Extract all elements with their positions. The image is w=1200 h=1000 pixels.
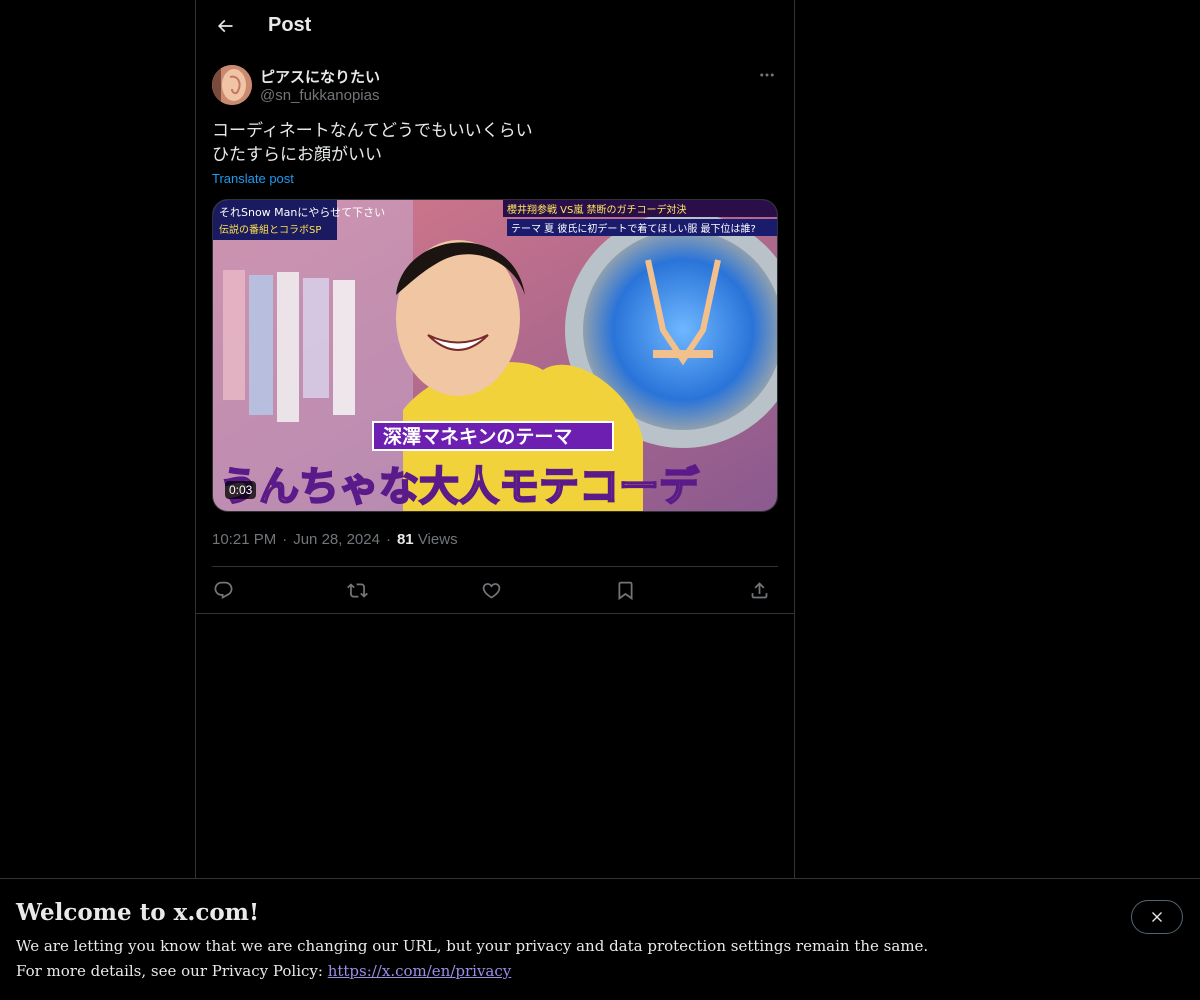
close-icon [1152,912,1162,922]
video-timecode: 0:03 [225,481,257,499]
primary-column: Post ピアスになりたい @sn_fukkanopias コーディネートなんて… [195,0,795,878]
display-name[interactable]: ピアスになりたい [260,66,380,87]
post-text: コーディネートなんてどうでもいいくらい ひたすらにお顔がいい [212,121,533,164]
more-options-button[interactable] [752,62,782,88]
badge-right-line2: テーマ 夏 彼氏に初デートで着てほしい服 最下位は誰? [511,222,756,235]
repost-icon [346,582,368,598]
banner-policy-prefix: For more details, see our Privacy Policy… [16,962,328,980]
reply-icon [214,581,232,599]
video-player[interactable]: それSnow Manにやらせて下さい 伝説の番組とコラボSP 櫻井翔参戦 VS嵐… [212,199,778,512]
share-icon [751,581,767,598]
user-handle[interactable]: @sn_fukkanopias [260,87,379,104]
post-header: Post [196,0,794,53]
divider [196,613,794,614]
meta-separator: · [385,531,391,548]
bookmark-button[interactable] [610,577,640,603]
video-caption-top: 深澤マネキンのテーマ [383,425,572,448]
video-thumbnail: それSnow Manにやらせて下さい 伝説の番組とコラボSP 櫻井翔参戦 VS嵐… [213,200,777,511]
reply-button[interactable] [208,577,238,603]
repost-button[interactable] [342,577,372,603]
welcome-banner: Welcome to x.com! We are letting you kno… [0,878,1200,1000]
post-date[interactable]: Jun 28, 2024 [293,531,380,548]
banner-title: Welcome to x.com! [16,899,260,926]
badge-right-line1: 櫻井翔参戦 VS嵐 禁断のガチコーデ対決 [507,203,687,216]
share-button[interactable] [744,577,774,603]
banner-policy-line: For more details, see our Privacy Policy… [16,962,511,980]
avatar-image [212,65,252,105]
badge-left-line2: 伝説の番組とコラボSP [219,223,321,236]
more-icon [760,73,774,77]
page-title: Post [268,14,312,36]
meta-separator: · [282,531,288,548]
back-button[interactable] [208,9,242,43]
close-banner-button[interactable] [1131,900,1183,934]
banner-message: We are letting you know that we are chan… [16,937,929,955]
privacy-policy-link[interactable]: https://x.com/en/privacy [328,962,512,980]
like-button[interactable] [476,577,506,603]
badge-left-line1: それSnow Manにやらせて下さい [219,206,385,219]
views-count: 81 [396,531,414,548]
action-bar [212,567,778,613]
post-meta: 10:21 PM · Jun 28, 2024 · 81 Views [212,531,458,548]
arrow-left-icon [217,19,233,33]
page: Post ピアスになりたい @sn_fukkanopias コーディネートなんて… [0,0,1200,1000]
translate-post-link[interactable]: Translate post [212,171,294,186]
bookmark-icon [618,581,632,600]
post-time[interactable]: 10:21 PM [212,531,276,548]
views-label: Views [417,531,458,548]
avatar[interactable] [212,65,252,105]
video-caption-main: うんちゃな大人モテコーデ [219,464,699,510]
like-icon [482,582,500,599]
